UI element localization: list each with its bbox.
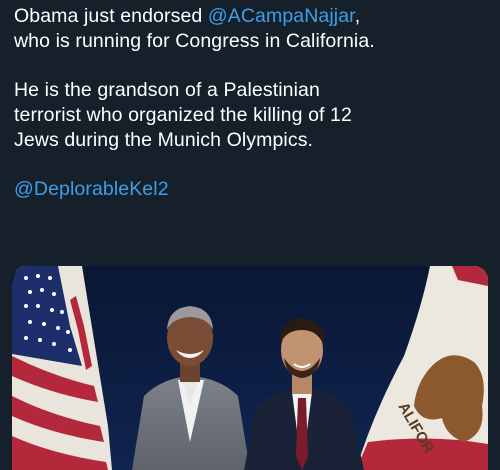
tweet-text-segment: , — [354, 5, 361, 27]
tweet-line-5: Jews during the Munich Olympics. — [14, 129, 314, 151]
tweet-line-1: Obama just endorsed @ACampaNajjar, — [14, 4, 486, 29]
tweet-line-4: terrorist who organized the killing of 1… — [14, 104, 352, 126]
photo-scene: ALIFOR — [12, 266, 488, 470]
tweet-text-segment: Obama just endorsed — [14, 5, 208, 27]
tweet-card: Obama just endorsed @ACampaNajjar, who i… — [0, 0, 500, 470]
tweet-line-3: He is the grandson of a Palestinian — [14, 79, 320, 101]
tweet-body: Obama just endorsed @ACampaNajjar, who i… — [14, 4, 486, 202]
signature-mention[interactable]: @DeplorableKel2 — [14, 177, 486, 202]
mention-link[interactable]: @ACampaNajjar — [208, 5, 355, 27]
tweet-photo[interactable]: ALIFOR — [12, 266, 488, 470]
tweet-line-2: who is running for Congress in Californi… — [14, 30, 375, 52]
